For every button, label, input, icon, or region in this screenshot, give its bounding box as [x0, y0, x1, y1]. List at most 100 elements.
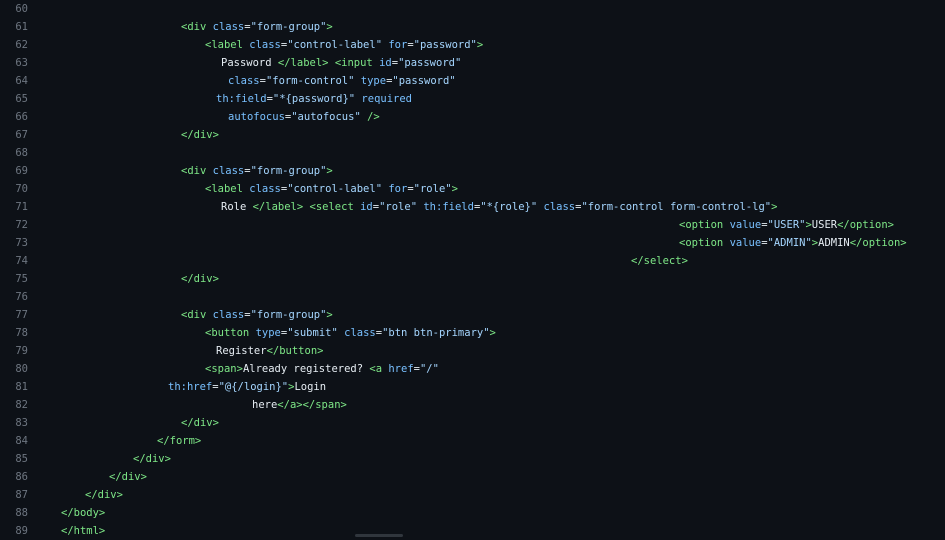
code-token: </div>: [109, 471, 147, 483]
code-content: <option value="USER">USER</option>: [679, 216, 894, 234]
code-content: <label class="control-label" for="passwo…: [205, 36, 483, 54]
code-token: </div>: [85, 489, 123, 501]
code-content: <label class="control-label" for="role">: [205, 180, 458, 198]
code-content: <span>Already registered? <a href="/": [205, 360, 439, 378]
code-token: </body>: [61, 507, 106, 519]
code-token: class: [212, 165, 245, 177]
code-line[interactable]: 78 <button type="submit" class="btn btn-p…: [0, 324, 945, 342]
line-number: 83: [15, 417, 28, 429]
code-line[interactable]: 81 th:href="@{/login}">Login: [0, 378, 945, 396]
code-line[interactable]: 64 class="form-control" type="password": [0, 72, 945, 90]
code-line[interactable]: 70 <label class="control-label" for="role…: [0, 180, 945, 198]
code-content: </html>: [61, 522, 105, 540]
code-token: "control-label": [287, 39, 383, 51]
code-token: />: [367, 111, 380, 123]
code-line[interactable]: 83 </div>: [0, 414, 945, 432]
code-line[interactable]: 75 </div>: [0, 270, 945, 288]
code-token: Password: [221, 57, 278, 69]
line-number: 64: [15, 75, 28, 87]
line-number: 74: [15, 255, 28, 267]
code-token: <div: [181, 21, 207, 33]
code-token: autofocus: [228, 111, 285, 123]
code-line[interactable]: 71 Role </label> <select id="role" th:fie…: [0, 198, 945, 216]
code-line[interactable]: 69 <div class="form-group">: [0, 162, 945, 180]
code-line[interactable]: 88 </body>: [0, 504, 945, 522]
code-line[interactable]: 60: [0, 0, 945, 18]
code-line[interactable]: 66 autofocus="autofocus" />: [0, 108, 945, 126]
code-content: <option value="ADMIN">ADMIN</option>: [679, 234, 907, 252]
code-token: th:href: [168, 381, 213, 393]
line-number: 61: [15, 21, 28, 33]
code-line[interactable]: 76: [0, 288, 945, 306]
code-line[interactable]: 73 <option value="ADMIN">ADMIN</option>: [0, 234, 945, 252]
code-content: here</a></span>: [252, 396, 347, 414]
code-line[interactable]: 86 </div>: [0, 468, 945, 486]
code-token: id: [379, 57, 392, 69]
code-token: >: [326, 165, 333, 177]
code-line[interactable]: 80 <span>Already registered? <a href="/": [0, 360, 945, 378]
code-content: </div>: [181, 414, 219, 432]
line-number: 71: [15, 201, 28, 213]
code-token: Register: [216, 345, 267, 357]
code-token: "form-group": [250, 309, 327, 321]
code-token: ADMIN: [818, 237, 850, 249]
code-line[interactable]: 87 </div>: [0, 486, 945, 504]
code-line[interactable]: 65 th:field="*{password}" required: [0, 90, 945, 108]
line-number: 87: [15, 489, 28, 501]
code-token: </div>: [133, 453, 171, 465]
code-content: </select>: [631, 252, 688, 270]
code-token: <span>: [205, 363, 243, 375]
code-token: here: [252, 399, 278, 411]
line-number: 79: [15, 345, 28, 357]
code-line[interactable]: 82 here</a></span>: [0, 396, 945, 414]
code-line[interactable]: 85 </div>: [0, 450, 945, 468]
line-number: 81: [15, 381, 28, 393]
code-line[interactable]: 84 </form>: [0, 432, 945, 450]
code-line[interactable]: 74 </select>: [0, 252, 945, 270]
code-content: <div class="form-group">: [181, 162, 333, 180]
code-line[interactable]: 79 Register</button>: [0, 342, 945, 360]
code-token: value: [729, 219, 762, 231]
code-token: "USER": [767, 219, 806, 231]
code-content: </div>: [181, 270, 219, 288]
code-content: </div>: [109, 468, 147, 486]
code-line[interactable]: 61 <div class="form-group">: [0, 18, 945, 36]
code-token: <button: [205, 327, 250, 339]
code-content: Password </label> <input id="password": [221, 54, 461, 72]
code-line[interactable]: 68: [0, 144, 945, 162]
code-token: "form-group": [250, 21, 327, 33]
code-token: th:field: [423, 201, 474, 213]
code-token: </a></span>: [277, 399, 347, 411]
code-token: "role": [413, 183, 452, 195]
line-number: 67: [15, 129, 28, 141]
code-token: type: [360, 75, 387, 87]
code-token: >: [451, 183, 458, 195]
code-line[interactable]: 63 Password </label> <input id="password": [0, 54, 945, 72]
code-token: >: [476, 39, 484, 51]
code-token: </option>: [837, 219, 894, 231]
code-line[interactable]: 89 </html>: [0, 522, 945, 540]
code-line[interactable]: 72 <option value="USER">USER</option>: [0, 216, 945, 234]
code-token: </option>: [849, 237, 907, 249]
line-number: 62: [15, 39, 28, 51]
code-token: "form-control form-control-lg": [581, 201, 772, 213]
code-token: class: [249, 39, 281, 51]
code-token: for: [388, 183, 408, 195]
code-token: </label>: [277, 57, 329, 69]
code-token: type: [255, 327, 281, 339]
code-token: </div>: [181, 417, 219, 429]
code-editor[interactable]: 60 61 <div class="form-group"> 62 <label cla…: [0, 0, 945, 537]
code-content: </body>: [61, 504, 105, 522]
code-token: "submit": [287, 327, 338, 339]
code-token: </label>: [252, 201, 304, 213]
code-line[interactable]: 67 </div>: [0, 126, 945, 144]
code-token: >: [326, 21, 333, 33]
code-content: Role </label> <select id="role" th:field…: [221, 198, 777, 216]
code-line[interactable]: 62 <label class="control-label" for="pass…: [0, 36, 945, 54]
code-token: Login: [294, 381, 327, 393]
line-number: 66: [15, 111, 28, 123]
line-number: 73: [15, 237, 28, 249]
code-content: th:field="*{password}" required: [216, 90, 412, 108]
line-number: 70: [15, 183, 28, 195]
code-line[interactable]: 77 <div class="form-group">: [0, 306, 945, 324]
